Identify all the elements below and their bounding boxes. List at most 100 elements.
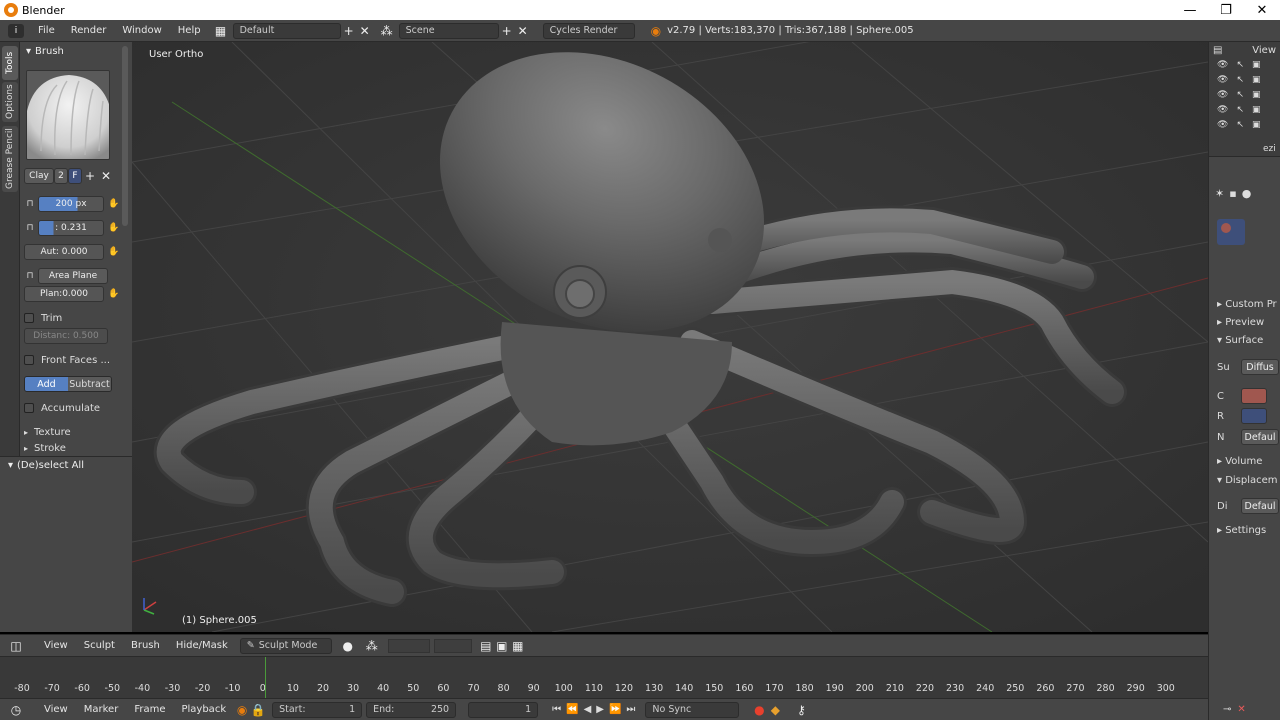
cursor-icon[interactable]: ↖: [1236, 90, 1244, 100]
strength-lock-icon[interactable]: ⊓: [24, 222, 36, 234]
autosmooth-field[interactable]: Aut: 0.000: [24, 244, 104, 260]
close-window-button[interactable]: ✕: [1244, 0, 1280, 20]
timeline[interactable]: -80 -70 -60 -50 -40 -30 -20 -10 0 10 20 30 40 50 60 70 8…: [0, 656, 1208, 699]
cursor-icon[interactable]: ↖: [1236, 60, 1244, 70]
outliner-row[interactable]: 👁 ↖ ▣: [1217, 90, 1273, 100]
brush-users-count[interactable]: 2: [54, 168, 68, 184]
material-slot-preview[interactable]: [1217, 219, 1245, 245]
layer-buttons-2[interactable]: [433, 638, 472, 653]
subtract-button[interactable]: Subtract: [68, 377, 111, 391]
add-scene-icon[interactable]: +: [499, 23, 515, 39]
layer-buttons[interactable]: [387, 638, 430, 653]
color-swatch[interactable]: [1241, 388, 1267, 404]
panel-settings[interactable]: ▸ Settings: [1217, 525, 1266, 536]
fake-user-toggle[interactable]: F: [68, 168, 82, 184]
radius-field[interactable]: 200 px: [38, 196, 104, 212]
stroke-panel-header[interactable]: ▸ Stroke: [24, 442, 66, 454]
menu-marker[interactable]: Marker: [76, 704, 127, 715]
screen-layout-field[interactable]: Default: [232, 22, 341, 39]
camera-icon[interactable]: ▣: [1252, 90, 1261, 100]
panel-volume[interactable]: ▸ Volume: [1217, 456, 1262, 467]
jump-end-icon[interactable]: ⏭: [626, 704, 635, 715]
cursor-icon[interactable]: ↖: [1236, 120, 1244, 130]
delete-key-icon[interactable]: ✕: [1237, 704, 1245, 715]
tab-grease-pencil[interactable]: Grease Pencil: [2, 126, 18, 192]
opengl-render-icon[interactable]: ▦: [510, 638, 526, 654]
trim-distance-field[interactable]: Distanc: 0.500: [24, 328, 108, 344]
lock-icon[interactable]: 🔒: [250, 702, 266, 718]
tab-options[interactable]: Options: [2, 82, 18, 122]
camera-icon[interactable]: ▣: [1252, 75, 1261, 85]
sync-mode-select[interactable]: No Sync: [645, 701, 740, 718]
texture-panel-header[interactable]: ▸ Texture: [24, 424, 71, 440]
insert-key-icon[interactable]: ⊸: [1223, 704, 1231, 715]
current-frame-indicator[interactable]: [265, 657, 266, 699]
outliner-row[interactable]: 👁 ↖ ▣: [1217, 105, 1273, 115]
render-preview-icon[interactable]: ▣: [494, 638, 510, 654]
normal-select[interactable]: Defaul: [1241, 429, 1279, 445]
scene-field[interactable]: Scene: [398, 22, 499, 39]
roughness-field[interactable]: [1241, 408, 1267, 424]
radius-lock-icon[interactable]: ⊓: [24, 198, 36, 210]
local-view-icon[interactable]: ▤: [478, 638, 494, 654]
eye-icon[interactable]: 👁: [1217, 90, 1228, 100]
autosmooth-pressure-icon[interactable]: ✋: [108, 246, 120, 258]
outliner-row[interactable]: 👁 ↖ ▣: [1217, 120, 1273, 130]
camera-icon[interactable]: ▣: [1252, 105, 1261, 115]
maximize-button[interactable]: ❐: [1208, 0, 1244, 20]
outliner-view-menu[interactable]: View: [1252, 45, 1276, 56]
eye-icon[interactable]: 👁: [1217, 105, 1228, 115]
remove-scene-icon[interactable]: ✕: [515, 23, 531, 39]
accumulate-checkbox[interactable]: [24, 403, 34, 413]
outliner-row[interactable]: 👁 ↖ ▣: [1217, 60, 1273, 70]
menu-hide-mask[interactable]: Hide/Mask: [168, 640, 236, 651]
brush-preview[interactable]: [26, 70, 110, 160]
jump-start-icon[interactable]: ⏮: [552, 704, 561, 715]
add-button[interactable]: Add: [25, 377, 68, 391]
add-brush-icon[interactable]: +: [82, 168, 98, 184]
panel-custom-properties[interactable]: ▸ Custom Pr: [1217, 299, 1277, 310]
end-frame-field[interactable]: End: 250: [366, 701, 457, 718]
pivot-icon[interactable]: ⁂: [364, 638, 380, 654]
shading-mode-icon[interactable]: ●: [340, 638, 356, 654]
menu-frame[interactable]: Frame: [126, 704, 173, 715]
menu-render[interactable]: Render: [63, 25, 115, 36]
play-icon[interactable]: ▶: [596, 704, 604, 715]
info-editor-icon[interactable]: i: [8, 23, 24, 38]
play-reverse-icon[interactable]: ◀: [584, 704, 592, 715]
keyframe-icon[interactable]: ◆: [767, 702, 783, 718]
material-tab-icon[interactable]: ●: [1242, 187, 1252, 200]
current-frame-field[interactable]: 1: [468, 701, 539, 718]
strength-field[interactable]: : 0.231: [38, 220, 104, 236]
cursor-icon[interactable]: ↖: [1236, 105, 1244, 115]
menu-file[interactable]: File: [30, 25, 63, 36]
menu-view[interactable]: View: [36, 640, 76, 651]
outliner-editor-icon[interactable]: ▤: [1213, 45, 1222, 56]
menu-brush[interactable]: Brush: [123, 640, 168, 651]
start-frame-field[interactable]: Start: 1: [272, 701, 363, 718]
plane-offset-field[interactable]: Plan:0.000: [24, 286, 104, 302]
add-layout-icon[interactable]: +: [341, 23, 357, 39]
timeline-editor-icon[interactable]: ◷: [8, 702, 24, 718]
eye-icon[interactable]: 👁: [1217, 60, 1228, 70]
camera-icon[interactable]: ▣: [1252, 120, 1261, 130]
camera-icon[interactable]: ▣: [1252, 60, 1261, 70]
remove-layout-icon[interactable]: ✕: [357, 23, 373, 39]
layout-grid-icon[interactable]: ▦: [213, 23, 229, 39]
outliner-row[interactable]: 👁 ↖ ▣: [1217, 75, 1273, 85]
3d-viewport[interactable]: User Ortho (1) Sphere.005 ➤: [132, 42, 1208, 632]
toolshelf-scrollbar[interactable]: [122, 46, 128, 226]
3d-view-editor-icon[interactable]: ◫: [8, 638, 24, 654]
unlink-brush-icon[interactable]: ✕: [98, 168, 114, 184]
brush-panel-header[interactable]: ▾ Brush: [20, 42, 132, 60]
scene-icon[interactable]: ⁂: [379, 23, 395, 39]
keying-set-icon[interactable]: ⚷: [793, 702, 809, 718]
record-icon[interactable]: ●: [751, 702, 767, 718]
displacement-select[interactable]: Defaul: [1241, 498, 1279, 514]
object-tab-icon[interactable]: ▪: [1229, 187, 1236, 200]
tab-tools[interactable]: Tools: [2, 46, 18, 80]
trim-checkbox[interactable]: [24, 313, 34, 323]
deselect-all-header[interactable]: ▾ (De)select All: [0, 457, 132, 473]
front-faces-checkbox[interactable]: [24, 355, 34, 365]
cursor-icon[interactable]: ↖: [1236, 75, 1244, 85]
